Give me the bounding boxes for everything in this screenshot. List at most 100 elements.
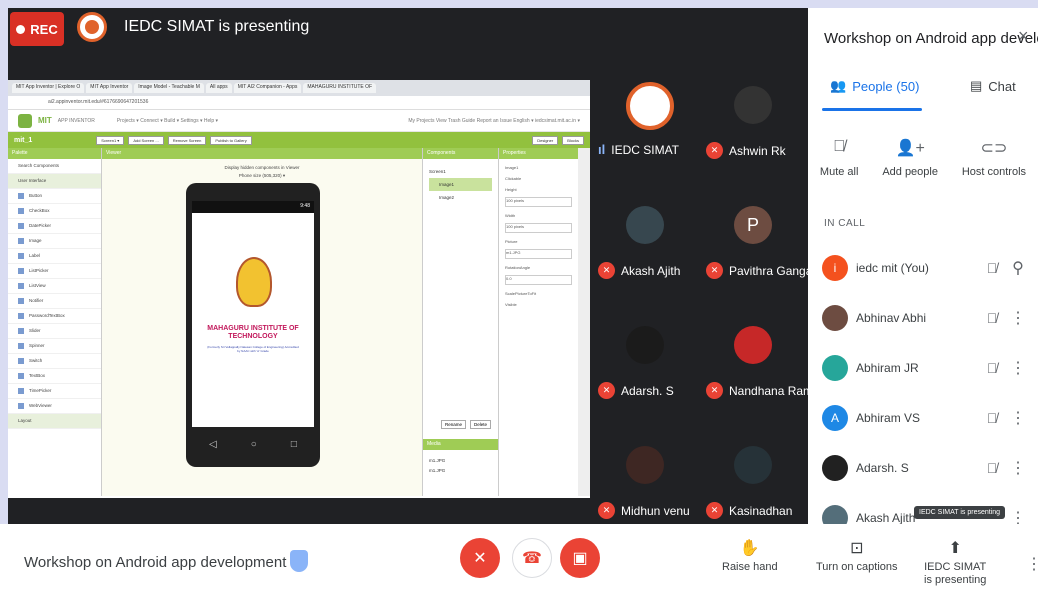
back-icon: ◁ — [209, 438, 217, 450]
mic-off-icon: ✕ — [706, 262, 723, 279]
mic-off-icon[interactable]: 🎙̸ — [976, 310, 1008, 326]
component-actions: Rename Delete — [423, 420, 498, 429]
mic-off-icon[interactable]: 🎙̸ — [976, 260, 1008, 276]
add-people-button[interactable]: 👤+ Add people — [882, 138, 938, 178]
components-tree: Screen1 Image1 Image2 — [423, 159, 498, 210]
camera-toggle-button[interactable]: ▣ — [560, 538, 600, 578]
participant-row[interactable]: i iedc mit (You) 🎙̸ ⚲ — [822, 252, 1032, 284]
address-bar: ai2.appinventor.mit.edu/#617669064720153… — [8, 96, 590, 110]
blocks-button: Blocks — [562, 135, 584, 145]
mic-toggle-button[interactable]: ✕ — [460, 538, 500, 578]
participant-row[interactable]: A Abhiram VS 🎙̸ ⋮ — [822, 402, 1032, 434]
leave-call-button[interactable]: ☎ — [512, 538, 552, 578]
app-inventor-brand-sub: APP INVENTOR — [57, 117, 95, 124]
participant-label: ıl IEDC SIMAT — [598, 142, 679, 157]
participant-label: ✕ Adarsh. S — [598, 382, 674, 399]
people-icon: 👥 — [830, 78, 847, 93]
toggle-icon: ⊂⊃ — [980, 140, 1008, 157]
captions-button[interactable]: ⊡ Turn on captions — [816, 538, 898, 573]
palette-item: ListPicker — [8, 264, 101, 279]
participant-label: ✕ Ashwin Rk — [706, 142, 786, 159]
participant-row[interactable]: Abhiram JR 🎙̸ ⋮ — [822, 352, 1032, 384]
palette-item: Label — [8, 249, 101, 264]
component-icon — [18, 358, 24, 364]
participant-tile[interactable] — [626, 206, 726, 246]
participant-avatar — [626, 446, 664, 484]
component-node: Image2 — [439, 195, 455, 200]
presenting-button[interactable]: ⬆ IEDC SIMAT is presenting — [924, 538, 986, 586]
participant-label: ✕ Pavithra Ganga... — [706, 262, 822, 279]
browser-tab: MIT App Inventor | Explore O — [12, 83, 85, 93]
participant-row[interactable]: Adarsh. S 🎙̸ ⋮ — [822, 452, 1032, 484]
more-options-icon[interactable]: ⋮ — [1008, 358, 1028, 378]
property-label: RotationAngle — [505, 265, 531, 270]
host-controls-button[interactable]: ⊂⊃ Host controls — [962, 138, 1026, 178]
mute-all-button[interactable]: 🎙̸ Mute all — [820, 138, 859, 178]
host-controls-label: Host controls — [961, 166, 1027, 178]
viewer-pane: Viewer Display hidden components in View… — [102, 148, 422, 496]
components-pane: Components Screen1 Image1 Image2 Rename … — [422, 148, 498, 496]
participant-avatar — [626, 326, 664, 364]
participant-label: ✕ Akash Ajith — [598, 262, 680, 279]
pin-icon[interactable]: ⚲ — [1008, 258, 1028, 278]
browser-tab: MAHAGURU INSTITUTE OF — [303, 83, 377, 93]
record-dot-icon — [16, 24, 26, 34]
captions-label: Turn on captions — [816, 561, 898, 573]
mic-off-icon[interactable]: 🎙̸ — [976, 410, 1008, 426]
component-icon — [18, 253, 24, 259]
speaking-icon: ıl — [598, 142, 606, 157]
add-person-icon: 👤+ — [895, 140, 925, 157]
meeting-details[interactable]: Workshop on Android app development ^ — [24, 554, 303, 571]
palette-layout-group: Layout — [8, 414, 101, 429]
property-value: 100 pixels — [505, 197, 572, 207]
institute-emblem — [236, 257, 272, 307]
component-icon — [18, 373, 24, 379]
institute-name: MAHAGURU INSTITUTE OF TECHNOLOGY — [207, 325, 299, 340]
shared-screen: MIT App Inventor | Explore O MIT App Inv… — [8, 80, 590, 498]
panel-actions: 🎙̸ Mute all 👤+ Add people ⊂⊃ Host contro… — [808, 138, 1038, 178]
participant-label: ✕ Kasinadhan — [706, 502, 792, 519]
component-icon — [18, 208, 24, 214]
more-options-icon[interactable]: ⋮ — [1026, 554, 1038, 574]
viewer-hidden-checkbox: Display hidden components in Viewer — [224, 165, 300, 170]
palette-item: DatePicker — [8, 219, 101, 234]
component-node: Screen1 — [429, 169, 446, 174]
palette-item-label: TextBox — [29, 373, 46, 378]
property-label: Clickable — [505, 176, 522, 181]
shield-icon[interactable] — [290, 550, 308, 572]
palette-item-label: ListView — [29, 283, 46, 288]
participant-label: ✕ Midhun venu — [598, 502, 690, 519]
more-options-icon[interactable]: ⋮ — [1008, 458, 1028, 478]
media-item: m1.JPG — [429, 458, 446, 463]
phone-status-bar: 9:48 — [192, 201, 314, 213]
tab-people[interactable]: 👥 People (50) — [830, 78, 919, 94]
properties-pane: Properties Image1 Clickable Height 100 p… — [498, 148, 578, 496]
participant-tile[interactable] — [626, 326, 726, 366]
designer-button: Designer — [532, 135, 559, 145]
mic-off-icon[interactable]: 🎙̸ — [976, 360, 1008, 376]
app-inventor-brand: MIT — [38, 116, 52, 125]
phone-screen: MAHAGURU INSTITUTE OF TECHNOLOGY (Former… — [192, 213, 314, 427]
participant-row[interactable]: Abhinav Abhi 🎙̸ ⋮ — [822, 302, 1032, 334]
properties-title: Properties — [499, 148, 578, 159]
participant-tile[interactable] — [626, 446, 726, 486]
more-options-icon[interactable]: ⋮ — [1008, 408, 1028, 428]
property-value: 100 pixels — [505, 223, 572, 233]
mic-off-icon: ✕ — [598, 382, 615, 399]
mic-off-icon: ✕ — [706, 142, 723, 159]
scroll-gutter — [578, 148, 590, 496]
palette-item-label: Slider — [29, 328, 41, 333]
raise-hand-button[interactable]: ✋ Raise hand — [722, 538, 778, 573]
participant-tile[interactable] — [626, 82, 726, 130]
close-icon[interactable]: × — [1018, 26, 1029, 47]
palette-item-label: Button — [29, 193, 43, 198]
components-title: Components — [423, 148, 498, 159]
palette-item-label: Image — [29, 238, 42, 243]
presenter-logo — [77, 12, 107, 42]
more-options-icon[interactable]: ⋮ — [1008, 308, 1028, 328]
participant-avatar — [734, 326, 772, 364]
mic-off-icon[interactable]: 🎙̸ — [976, 460, 1008, 476]
tab-chat[interactable]: ▤ Chat — [970, 78, 1016, 94]
property-label: Picture — [505, 239, 518, 244]
property-label: Width — [505, 213, 516, 218]
